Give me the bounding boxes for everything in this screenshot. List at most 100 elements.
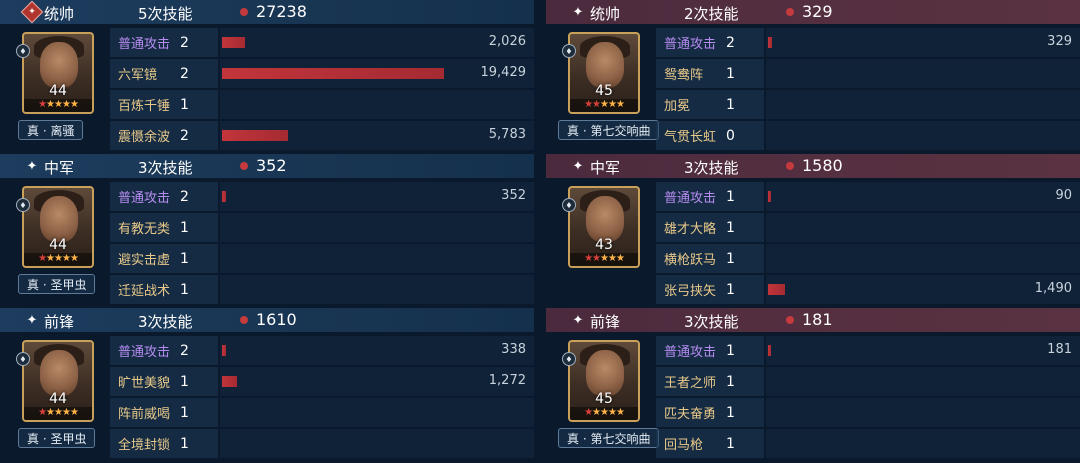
hat-badge-icon: ♦ [562, 352, 576, 366]
star-rating: ★★★★★ [570, 99, 638, 112]
skill-cell: 避实击虚 1 [110, 244, 218, 273]
damage-dot-icon [240, 316, 248, 324]
skill-name: 震慑余波 [118, 130, 171, 145]
skill-cell: 有教无类 1 [110, 213, 218, 242]
skill-row: 普通攻击 1 90 [656, 181, 1080, 212]
general-block: ✦ 前锋 3次技能 181 ♦ 45 ★★★★★ 真 · 第七交响曲 普通攻击 1 181 王者之师 1… [546, 308, 1080, 463]
skill-cast-count: 0 [726, 127, 735, 144]
damage-bar-cell: 352 [220, 182, 534, 211]
damage-bar-cell [220, 275, 534, 304]
damage-value: 90 [1055, 188, 1072, 203]
skill-cell: 普通攻击 1 [656, 336, 764, 365]
damage-bar [222, 68, 444, 79]
skill-cell: 普通攻击 2 [110, 336, 218, 365]
general-portrait[interactable]: 44 ★★★★★ [22, 186, 94, 268]
skill-name: 普通攻击 [664, 191, 717, 206]
general-portrait[interactable]: 45 ★★★★★ [568, 340, 640, 422]
skill-name: 六军镜 [118, 68, 158, 83]
skill-name: 普通攻击 [118, 37, 171, 52]
damage-bar-cell: 2,026 [220, 28, 534, 57]
damage-bar-cell [220, 429, 534, 458]
portrait-face [586, 196, 624, 242]
skill-cast-count: 1 [726, 219, 735, 236]
damage-bar [768, 345, 771, 356]
skill-cell: 回马枪 1 [656, 429, 764, 458]
damage-total: 329 [802, 2, 833, 21]
damage-value: 1,272 [488, 373, 526, 388]
skill-cast-count: 1 [180, 96, 189, 113]
skill-rows: 普通攻击 2 329 鸳鸯阵 1 加冕 1 气贯长虹 0 [656, 27, 1080, 151]
skill-cast-count: 2 [180, 65, 189, 82]
damage-bar-cell: 5,783 [220, 121, 534, 150]
skill-cast-count: 1 [726, 342, 735, 359]
damage-bar-cell [220, 398, 534, 427]
sparkle-icon: ✦ [572, 312, 584, 328]
damage-bar-cell [766, 244, 1080, 273]
damage-bar-cell: 181 [766, 336, 1080, 365]
damage-bar-cell [766, 429, 1080, 458]
portrait-face [40, 350, 78, 396]
damage-total: 27238 [256, 2, 307, 21]
skill-row: 迁延战术 1 [110, 274, 534, 305]
star-rating: ★★★★★ [570, 253, 638, 266]
skill-name: 全境封锁 [118, 438, 171, 453]
skill-row: 有教无类 1 [110, 212, 534, 243]
damage-total: 1610 [256, 310, 297, 329]
hat-badge-icon: ♦ [16, 352, 30, 366]
general-header: ✦ 中军 3次技能 352 [0, 154, 534, 178]
tactic-tag: 真 · 圣甲虫 [18, 274, 96, 294]
damage-dot-icon [786, 316, 794, 324]
skill-cast-count: 1 [180, 250, 189, 267]
skill-name: 有教无类 [118, 222, 171, 237]
skill-name: 避实击虚 [118, 253, 171, 268]
skill-cast-count: 1 [180, 435, 189, 452]
general-portrait[interactable]: 45 ★★★★★ [568, 32, 640, 114]
skill-cell: 普通攻击 2 [656, 28, 764, 57]
skill-row: 阵前威喝 1 [110, 397, 534, 428]
skill-count-label: 3次技能 [684, 159, 739, 177]
sparkle-icon: ✦ [572, 158, 584, 174]
general-level: 44 [49, 237, 67, 253]
skill-cast-count: 2 [180, 127, 189, 144]
skill-name: 普通攻击 [118, 345, 171, 360]
portrait-face [586, 350, 624, 396]
skill-cast-count: 1 [180, 373, 189, 390]
damage-total: 181 [802, 310, 833, 329]
general-level: 45 [595, 83, 613, 99]
damage-bar-cell [220, 90, 534, 119]
skill-name: 张弓挟矢 [664, 284, 717, 299]
damage-bar-cell [220, 213, 534, 242]
damage-bar-cell [766, 59, 1080, 88]
skill-row: 普通攻击 2 338 [110, 335, 534, 366]
damage-dot-icon [786, 162, 794, 170]
hat-badge-icon: ♦ [562, 198, 576, 212]
damage-bar [222, 37, 245, 48]
general-portrait[interactable]: 44 ★★★★★ [22, 32, 94, 114]
skill-cell: 匹夫奋勇 1 [656, 398, 764, 427]
general-header: ✦ 统帅 2次技能 329 [546, 0, 1080, 24]
damage-bar-cell: 338 [220, 336, 534, 365]
skill-cell: 加冕 1 [656, 90, 764, 119]
skill-row: 加冕 1 [656, 89, 1080, 120]
skill-name: 旷世美貌 [118, 376, 171, 391]
tactic-tag: 真 · 第七交响曲 [558, 120, 660, 140]
damage-value: 1,490 [1034, 281, 1072, 296]
role-label: 统帅 [590, 5, 621, 23]
portrait-face [586, 42, 624, 88]
damage-bar-cell [766, 121, 1080, 150]
tactic-tag: 真 · 离骚 [18, 120, 84, 140]
skill-name: 迁延战术 [118, 284, 171, 299]
general-block: ✦ 统帅 5次技能 27238 ♦ 44 ★★★★★ 真 · 离骚 普通攻击 2 2,026 六军镜 2… [0, 0, 534, 155]
skill-row: 回马枪 1 [656, 428, 1080, 459]
skill-cell: 百炼千锤 1 [110, 90, 218, 119]
diamond-flag-icon: ✦ [24, 4, 40, 20]
skill-cell: 横枪跃马 1 [656, 244, 764, 273]
skill-cast-count: 1 [726, 281, 735, 298]
skill-row: 普通攻击 1 181 [656, 335, 1080, 366]
role-label: 前锋 [590, 313, 621, 331]
damage-value: 352 [501, 188, 526, 203]
general-block: ✦ 中军 3次技能 352 ♦ 44 ★★★★★ 真 · 圣甲虫 普通攻击 2 352 有教无类 1 避实… [0, 154, 534, 309]
general-portrait[interactable]: 44 ★★★★★ [22, 340, 94, 422]
general-portrait[interactable]: 43 ★★★★★ [568, 186, 640, 268]
skill-name: 横枪跃马 [664, 253, 717, 268]
